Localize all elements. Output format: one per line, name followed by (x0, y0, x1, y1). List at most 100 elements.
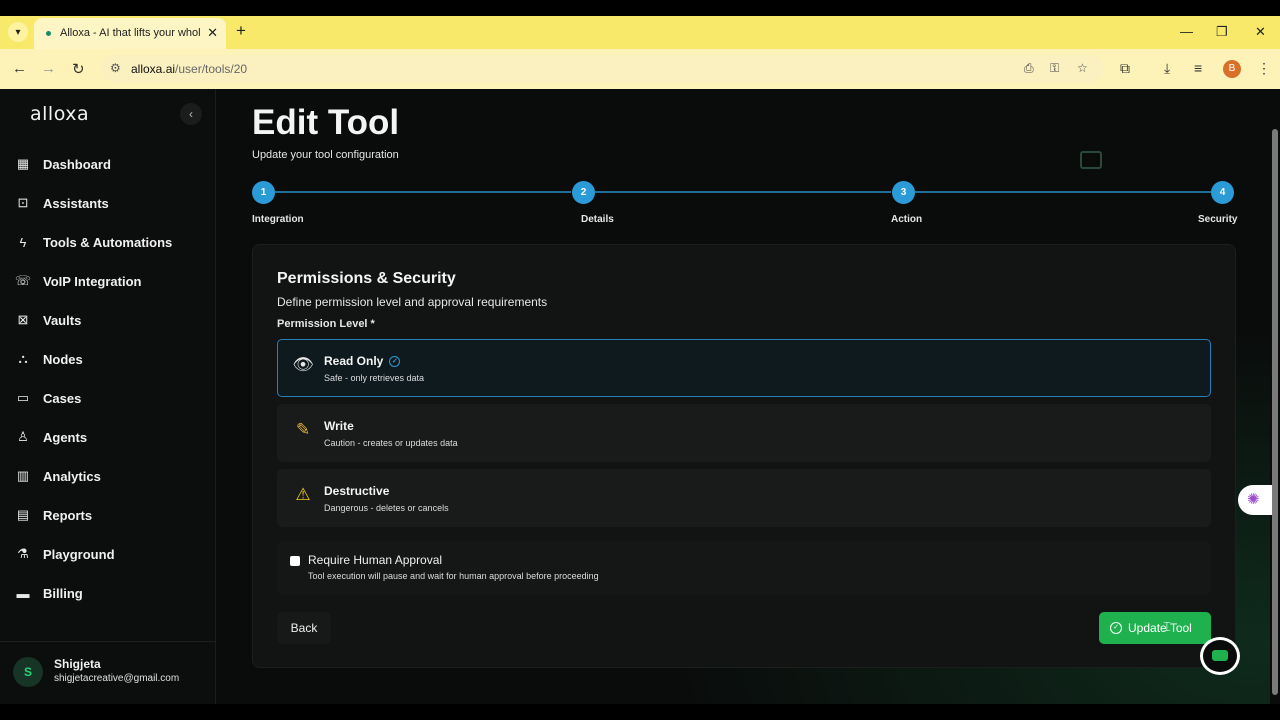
bolt-icon: ϟ (19, 234, 27, 250)
sidebar-item-tools-automations[interactable]: ϟ Tools & Automations (14, 227, 204, 257)
option-title: Write (324, 419, 354, 433)
chat-bubble-icon[interactable] (1080, 151, 1102, 169)
sidebar-item-voip-integration[interactable]: ☏ VoIP Integration (14, 266, 204, 296)
page-scrollbar[interactable] (1272, 129, 1278, 695)
sidebar-item-label: VoIP Integration (43, 273, 142, 289)
password-key-icon[interactable]: ⚿ (1050, 61, 1059, 76)
bookmark-star-icon[interactable]: ☆ (1077, 61, 1088, 75)
browser-menu-icon[interactable]: ⋮ (1257, 60, 1271, 77)
step-4-label: Security (1198, 214, 1238, 225)
permission-option-read-only[interactable]: 👁 Read Only ✓ Safe - only retrieves data (277, 339, 1211, 397)
sidebar-item-vaults[interactable]: ⊠ Vaults (14, 305, 204, 335)
permission-option-destructive[interactable]: ⚠ Destructive Dangerous - deletes or can… (277, 469, 1211, 527)
section-title: Permissions & Security (277, 270, 456, 287)
option-title: Read Only ✓ (324, 354, 401, 368)
back-arrow-icon[interactable]: ← (12, 60, 27, 77)
update-tool-button[interactable]: ✓ Update Tool (1099, 612, 1211, 644)
restore-icon[interactable]: ❐ (1216, 24, 1228, 40)
step-1-circle[interactable]: 1 (252, 181, 275, 204)
back-button[interactable]: Back (277, 612, 331, 644)
sidebar-item-assistants[interactable]: ⊡ Assistants (14, 188, 204, 218)
app-logo[interactable]: alloxa (30, 103, 89, 125)
permission-option-write[interactable]: ✎ Write Caution - creates or updates dat… (277, 404, 1211, 462)
chat-widget-button[interactable] (1200, 637, 1240, 675)
permission-level-label: Permission Level * (277, 318, 375, 330)
sidebar-item-playground[interactable]: ⚗ Playground (14, 539, 204, 569)
warning-icon: ⚠ (295, 485, 311, 504)
step-connector (275, 191, 571, 193)
update-tool-label: Update Tool (1128, 621, 1192, 635)
browser-toolbar: ← → ↻ ⚙ alloxa.ai/user/tools/20 ⎙ ⚿ ☆ ⧉ … (0, 49, 1280, 89)
flask-icon: ⚗ (17, 546, 29, 561)
step-connector (595, 191, 891, 193)
browser-tabbar: ▾ Alloxa - AI that lifts your whole ✕ + … (0, 16, 1280, 49)
vault-icon: ⊠ (17, 312, 29, 327)
step-3-label: Action (891, 214, 923, 225)
install-app-icon[interactable]: ⎙ (1024, 61, 1034, 76)
collapse-sidebar-button[interactable]: ‹ (180, 103, 202, 125)
window-close-icon[interactable]: ✕ (1255, 24, 1266, 40)
document-icon: ▤ (16, 507, 30, 522)
ai-assistant-tab[interactable]: ✺ (1238, 485, 1274, 515)
sidebar-item-label: Reports (43, 507, 93, 523)
url-text: alloxa.ai/user/tools/20 (131, 62, 247, 76)
sidebar-item-label: Cases (43, 390, 82, 406)
option-title: Destructive (324, 484, 390, 498)
sidebar: alloxa ‹ ▦ Dashboard ⊡ Assistants ϟ Tool… (0, 89, 216, 704)
require-approval-checkbox[interactable] (290, 556, 300, 566)
step-2-circle[interactable]: 2 (572, 181, 595, 204)
sidebar-item-reports[interactable]: ▤ Reports (14, 500, 204, 530)
browser-tab[interactable]: Alloxa - AI that lifts your whole ✕ (34, 18, 226, 49)
sidebar-item-label: Vaults (43, 312, 82, 328)
approval-title: Require Human Approval (308, 553, 443, 567)
sidebar-item-analytics[interactable]: ▥ Analytics (14, 461, 204, 491)
sidebar-item-billing[interactable]: ▬ Billing (14, 578, 204, 608)
network-icon: ⛬ (18, 351, 28, 366)
tab-list-button[interactable]: ▾ (8, 22, 28, 42)
main-content: Edit Tool Update your tool configuration… (216, 89, 1274, 704)
profile-avatar[interactable]: B (1223, 60, 1241, 78)
pencil-icon: ✎ (295, 420, 311, 439)
site-info-icon[interactable]: ⚙ (110, 61, 121, 75)
sidebar-item-dashboard[interactable]: ▦ Dashboard (14, 149, 204, 179)
step-4-circle[interactable]: 4 (1211, 181, 1234, 204)
robot-icon: ⊡ (17, 195, 29, 210)
favicon-icon (46, 31, 51, 36)
url-path: /user/tools/20 (175, 62, 248, 76)
eye-icon: 👁 (292, 355, 314, 374)
option-title-text: Read Only (324, 354, 384, 368)
reload-icon[interactable]: ↻ (72, 60, 85, 78)
sidebar-item-nodes[interactable]: ⛬ Nodes (14, 344, 204, 374)
sidebar-item-agents[interactable]: ♙ Agents (14, 422, 204, 452)
check-circle-icon: ✓ (1110, 622, 1122, 634)
step-1-label: Integration (252, 214, 304, 225)
check-circle-icon: ✓ (389, 356, 401, 368)
card-icon: ▬ (16, 585, 30, 601)
page-title: Edit Tool (252, 103, 400, 142)
sidebar-item-label: Playground (43, 546, 115, 562)
sidebar-item-label: Nodes (43, 351, 83, 367)
sidebar-item-cases[interactable]: ▭ Cases (14, 383, 204, 413)
forward-arrow-icon[interactable]: → (41, 60, 56, 77)
brain-icon: ✺ (1247, 491, 1260, 508)
permissions-card: Permissions & Security Define permission… (252, 244, 1236, 668)
address-bar[interactable]: ⚙ alloxa.ai/user/tools/20 ⎙ ⚿ ☆ (102, 55, 1104, 83)
user-avatar[interactable]: S (13, 657, 43, 687)
step-2-label: Details (581, 214, 614, 225)
folder-icon: ▭ (16, 390, 30, 405)
step-3-circle[interactable]: 3 (892, 181, 915, 204)
step-connector (915, 191, 1211, 193)
minimize-icon[interactable]: — (1180, 24, 1193, 39)
tab-close-icon[interactable]: ✕ (207, 25, 218, 41)
option-description: Dangerous - deletes or cancels (324, 503, 449, 513)
sidebar-item-label: Dashboard (43, 156, 111, 172)
new-tab-icon[interactable]: + (236, 22, 246, 40)
download-icon[interactable]: ⤓ (1164, 60, 1170, 77)
mouse-cursor-icon: ⌶ (1163, 619, 1171, 634)
extensions-icon[interactable]: ⧉ (1120, 60, 1130, 77)
grid-icon: ▦ (16, 156, 30, 171)
chart-icon: ▥ (16, 468, 30, 483)
media-control-icon[interactable]: ≡ (1194, 60, 1202, 76)
user-name: Shigjeta (54, 657, 101, 671)
option-description: Caution - creates or updates data (324, 438, 458, 448)
